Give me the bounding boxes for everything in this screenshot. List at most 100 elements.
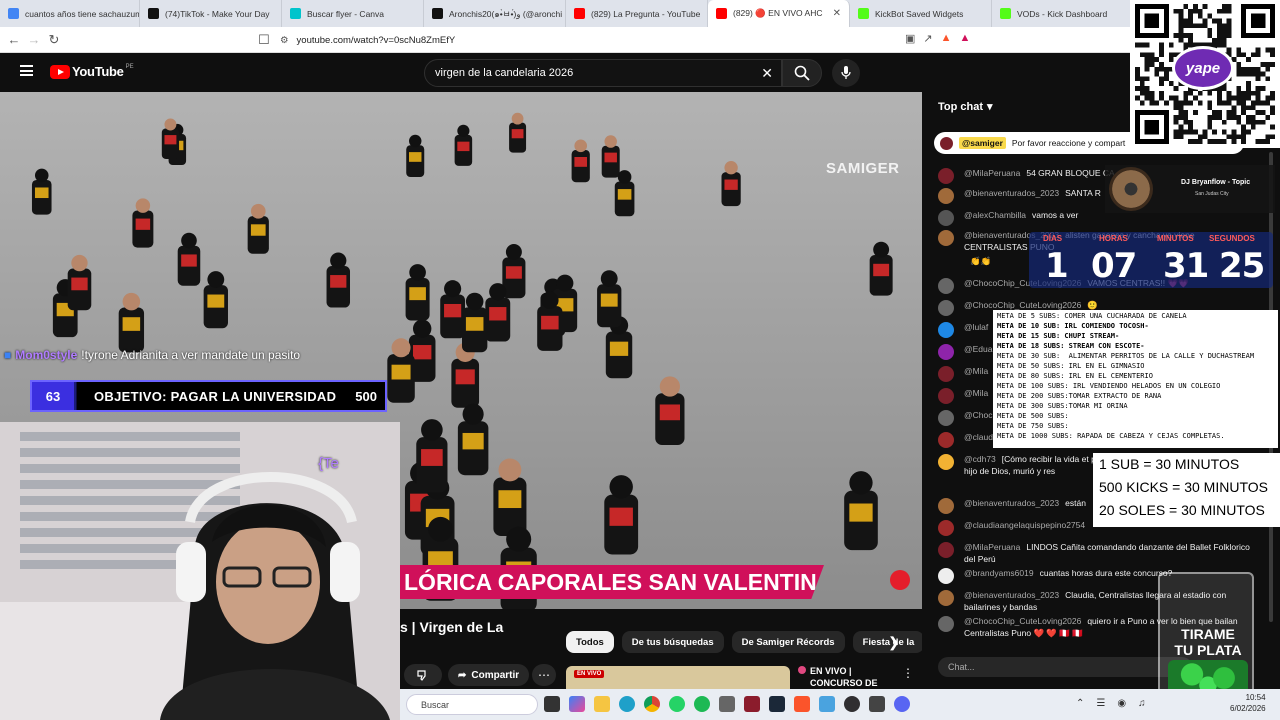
chips-next-icon[interactable]: ❯ [888, 634, 900, 651]
brave-shield-icon[interactable]: ▲ [941, 32, 952, 45]
clock-time: 10:54 [1245, 693, 1266, 702]
chat-username[interactable]: @Mila [964, 366, 988, 376]
spotify-icon[interactable] [694, 696, 710, 712]
wifi-icon[interactable]: ◉ [1117, 698, 1126, 709]
browser-tab[interactable]: VODs - Kick Dashboard [992, 0, 1132, 27]
chat-username[interactable]: @bienaventurados_2023 [964, 498, 1059, 508]
webcam-overlay: {Te [0, 422, 400, 720]
volume-icon[interactable]: ♫ [1138, 698, 1146, 709]
share-button[interactable]: ➦ Compartir [448, 664, 530, 686]
chat-username[interactable]: @bienaventurados_2023 [964, 590, 1059, 600]
chat-username[interactable]: @claudiaangelaquispepino2754 [964, 520, 1085, 530]
tray-app-icon[interactable]: ☰ [1096, 698, 1105, 709]
avatar [938, 278, 954, 294]
youtube-logo[interactable]: YouTube PE [50, 64, 134, 79]
chat-username[interactable]: @brandyams6019 [964, 568, 1034, 578]
share-page-icon[interactable]: ↗ [923, 32, 932, 45]
file-explorer-icon[interactable] [594, 696, 610, 712]
now-playing-widget: DJ Bryanflow - Topic San Judas City [1105, 165, 1275, 213]
search-input[interactable]: virgen de la candelaria 2026 ✕ [424, 59, 782, 87]
related-video-title[interactable]: EN VIVO | CONCURSO DE [798, 665, 878, 689]
back-icon[interactable]: ← [4, 32, 24, 47]
chat-mode-selector[interactable]: Top chat ▾ [938, 100, 993, 114]
forward-icon[interactable]: → [24, 32, 44, 47]
reload-icon[interactable]: ↻ [44, 32, 64, 48]
chat-username[interactable]: @Edua [964, 344, 992, 354]
chat-username[interactable]: @ChocoChip_CuteLoving2026 [964, 300, 1081, 310]
chat-username[interactable]: @alexChambilla [964, 210, 1026, 220]
edge-icon[interactable] [619, 696, 635, 712]
related-video-thumbnail[interactable]: EN VIVO [566, 666, 790, 690]
whatsapp-icon[interactable] [669, 696, 685, 712]
avatar [940, 136, 953, 150]
tray-chevron-icon[interactable]: ⌃ [1076, 698, 1084, 709]
chat-username[interactable]: @Mila [964, 388, 988, 398]
cast-icon[interactable]: ▣ [905, 32, 915, 45]
avatar [938, 366, 954, 382]
clear-search-icon[interactable]: ✕ [761, 65, 773, 82]
chat-username[interactable]: @lulaf [964, 322, 988, 332]
browser-tab[interactable]: Aronchis20(๑•̀ㅂ•́)و (@aronchi [424, 0, 566, 27]
avatar [938, 410, 954, 426]
browser-tab[interactable]: Buscar flyer - Canva [282, 0, 424, 27]
chat-text: vamos a ver [1032, 210, 1079, 220]
notepad-icon[interactable] [819, 696, 835, 712]
more-actions-button[interactable]: ⋯ [532, 664, 556, 686]
dislike-button[interactable] [404, 664, 442, 686]
now-playing-artist: San Judas City [1195, 191, 1229, 197]
avatar [938, 230, 954, 246]
chat-username[interactable]: @Choc [964, 410, 992, 420]
close-tab-icon[interactable]: ✕ [827, 8, 841, 19]
minus-icon[interactable] [719, 696, 735, 712]
record-icon[interactable] [869, 696, 885, 712]
system-clock[interactable]: 10:54 6/02/2026 [1230, 692, 1266, 714]
browser-tab[interactable]: (829) 🔴 EN VIVO AHC ✕ [708, 0, 850, 27]
channel-bug-icon [890, 570, 910, 590]
chat-input[interactable]: Chat... [938, 657, 1192, 677]
chat-username[interactable]: @MilaPeruana [964, 542, 1020, 552]
overlay-chat-message: ■ Mom0style !tyrone Adrianita a ver mand… [4, 348, 300, 362]
obs-icon[interactable] [844, 696, 860, 712]
site-info-icon[interactable]: ⚙ [280, 35, 289, 46]
thumbs-down-icon [417, 670, 426, 681]
chevron-down-icon: ▾ [987, 101, 993, 113]
search-button[interactable] [782, 59, 822, 87]
chat-message-body: @MilaPeruana LINDOS Cañita comandando dan… [964, 542, 1258, 565]
url-text: youtube.com/watch?v=0scNu8ZmEfY [296, 34, 456, 46]
filter-chip[interactable]: Todos [566, 631, 614, 653]
brave-icon[interactable] [794, 696, 810, 712]
steam-icon[interactable] [769, 696, 785, 712]
country-code: PE [125, 64, 134, 70]
sub-goal-item: META DE 30 SUB: ALIMENTAR PERRITOS DE LA… [997, 352, 1255, 360]
browser-tab-title: (829) La Pregunta - YouTube [591, 8, 701, 19]
menu-icon[interactable] [20, 65, 33, 76]
chat-username[interactable]: @ChocoChip_CuteLoving2026 [964, 616, 1081, 626]
discord-icon[interactable] [894, 696, 910, 712]
browser-tab[interactable]: (829) La Pregunta - YouTube [566, 0, 708, 27]
voice-search-button[interactable] [832, 59, 860, 87]
chat-username[interactable]: @bienaventurados_2023 [964, 188, 1059, 198]
bookmark-icon[interactable]: ☐ [254, 32, 274, 48]
share-icon: ➦ [458, 669, 467, 681]
browser-tab[interactable]: cuantos años tiene sachauzum [0, 0, 140, 27]
chat-message[interactable]: @MilaPeruana LINDOS Cañita comandando dan… [938, 542, 1258, 565]
task-view-icon[interactable] [544, 696, 560, 712]
countdown-value: 07 [1091, 246, 1137, 286]
chat-username[interactable]: @cdh73 [964, 454, 996, 464]
url-field[interactable]: ⚙ youtube.com/watch?v=0scNu8ZmEfY [280, 31, 900, 49]
sub-goal-item: META DE 50 SUBS: IRL EN EL GIMNASIO [997, 362, 1145, 370]
copilot-icon[interactable] [569, 696, 585, 712]
filter-chip[interactable]: De tus búsquedas [621, 631, 724, 653]
filter-chip[interactable]: De Samiger Récords [731, 631, 845, 653]
related-more-icon[interactable]: ⋮ [902, 666, 914, 680]
browser-tab[interactable]: (74)TikTok - Make Your Day [140, 0, 282, 27]
chrome-icon[interactable] [644, 696, 660, 712]
microphone-icon [841, 66, 851, 79]
chat-username[interactable]: @claud [964, 432, 993, 442]
taskbar-search[interactable]: Buscar [406, 694, 538, 715]
rewards-icon[interactable]: ▲ [960, 32, 971, 45]
youtube-wordmark: YouTube [72, 64, 124, 79]
chat-username[interactable]: @MilaPeruana [964, 168, 1020, 178]
browser-tab[interactable]: KickBot Saved Widgets [850, 0, 992, 27]
media-app-icon[interactable] [744, 696, 760, 712]
